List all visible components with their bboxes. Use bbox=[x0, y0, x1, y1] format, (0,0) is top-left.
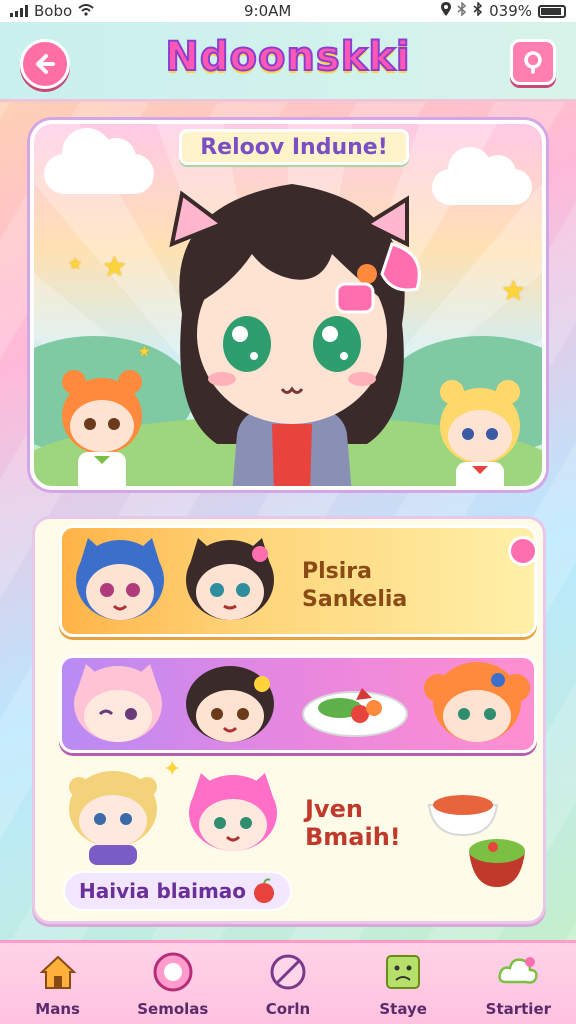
list-item[interactable]: Plsira Sankelia bbox=[59, 525, 538, 637]
character-avatar bbox=[76, 538, 164, 620]
apple-icon bbox=[254, 878, 275, 903]
list-item[interactable] bbox=[59, 655, 537, 753]
nav-item-staye[interactable]: Staye bbox=[353, 950, 453, 1018]
main-character-portrait bbox=[169, 184, 421, 486]
side-character-left bbox=[62, 370, 142, 486]
hint-badge[interactable]: Haivia blaimao bbox=[63, 871, 293, 911]
food-bowl-icon bbox=[469, 839, 525, 887]
row-caption: Jven Bmaih! bbox=[305, 795, 401, 851]
character-avatar bbox=[186, 538, 274, 620]
house-icon bbox=[36, 950, 80, 994]
character-avatar[interactable] bbox=[183, 769, 283, 869]
character-avatar[interactable] bbox=[63, 765, 163, 865]
wifi-icon bbox=[78, 2, 94, 20]
cloud-icon bbox=[496, 950, 540, 994]
hero-banner: Reloov Indune! bbox=[179, 129, 409, 165]
location-icon bbox=[441, 2, 452, 20]
nav-item-mans[interactable]: Mans bbox=[8, 950, 108, 1018]
bottom-nav: Mans Semolas Corln Staye Startier bbox=[0, 940, 576, 1024]
side-character-right bbox=[440, 380, 520, 486]
star-icon: ★ bbox=[500, 274, 526, 307]
cloud-decoration bbox=[44, 128, 154, 194]
app-title: Ndoonskki bbox=[164, 33, 411, 81]
sad-face-icon bbox=[381, 950, 425, 994]
carrier-label: Bobo bbox=[34, 2, 73, 20]
character-avatar bbox=[424, 662, 530, 742]
nav-item-semolas[interactable]: Semolas bbox=[123, 950, 223, 1018]
battery-icon bbox=[538, 4, 566, 18]
back-button[interactable] bbox=[20, 39, 70, 89]
signal-icon bbox=[10, 5, 28, 17]
search-icon bbox=[524, 51, 542, 74]
row-caption: Plsira Sankelia bbox=[302, 559, 408, 612]
status-bar: Bobo 9:0AM 039% bbox=[0, 0, 576, 22]
sparkle-icon: ✦ bbox=[163, 757, 182, 782]
heart-badge-icon[interactable] bbox=[508, 536, 538, 566]
character-avatar bbox=[186, 666, 274, 742]
nav-item-corln[interactable]: Corln bbox=[238, 950, 338, 1018]
battery-label: 039% bbox=[489, 2, 532, 20]
no-sign-icon bbox=[266, 950, 310, 994]
clock: 9:0AM bbox=[243, 2, 292, 20]
bluetooth-icon bbox=[457, 1, 467, 20]
star-icon: ★ bbox=[138, 344, 151, 360]
food-plate-icon bbox=[302, 688, 408, 737]
character-avatar bbox=[74, 664, 162, 742]
search-button[interactable] bbox=[510, 39, 556, 85]
bluetooth-icon bbox=[473, 1, 483, 20]
nav-item-startier[interactable]: Startier bbox=[468, 950, 568, 1018]
hero-card[interactable]: ★ ★ ★ ★ Reloov Indune! bbox=[30, 120, 546, 490]
circle-icon bbox=[151, 950, 195, 994]
back-arrow-icon bbox=[36, 54, 55, 74]
star-icon: ★ bbox=[68, 254, 83, 273]
header: Ndoonskki bbox=[0, 22, 576, 102]
character-list-panel: Plsira Sankelia ✦ Jven Bmaih! Haivia bla… bbox=[32, 516, 546, 924]
cloud-decoration bbox=[432, 147, 532, 205]
food-bowl-icon bbox=[427, 795, 499, 837]
star-icon: ★ bbox=[102, 250, 128, 283]
